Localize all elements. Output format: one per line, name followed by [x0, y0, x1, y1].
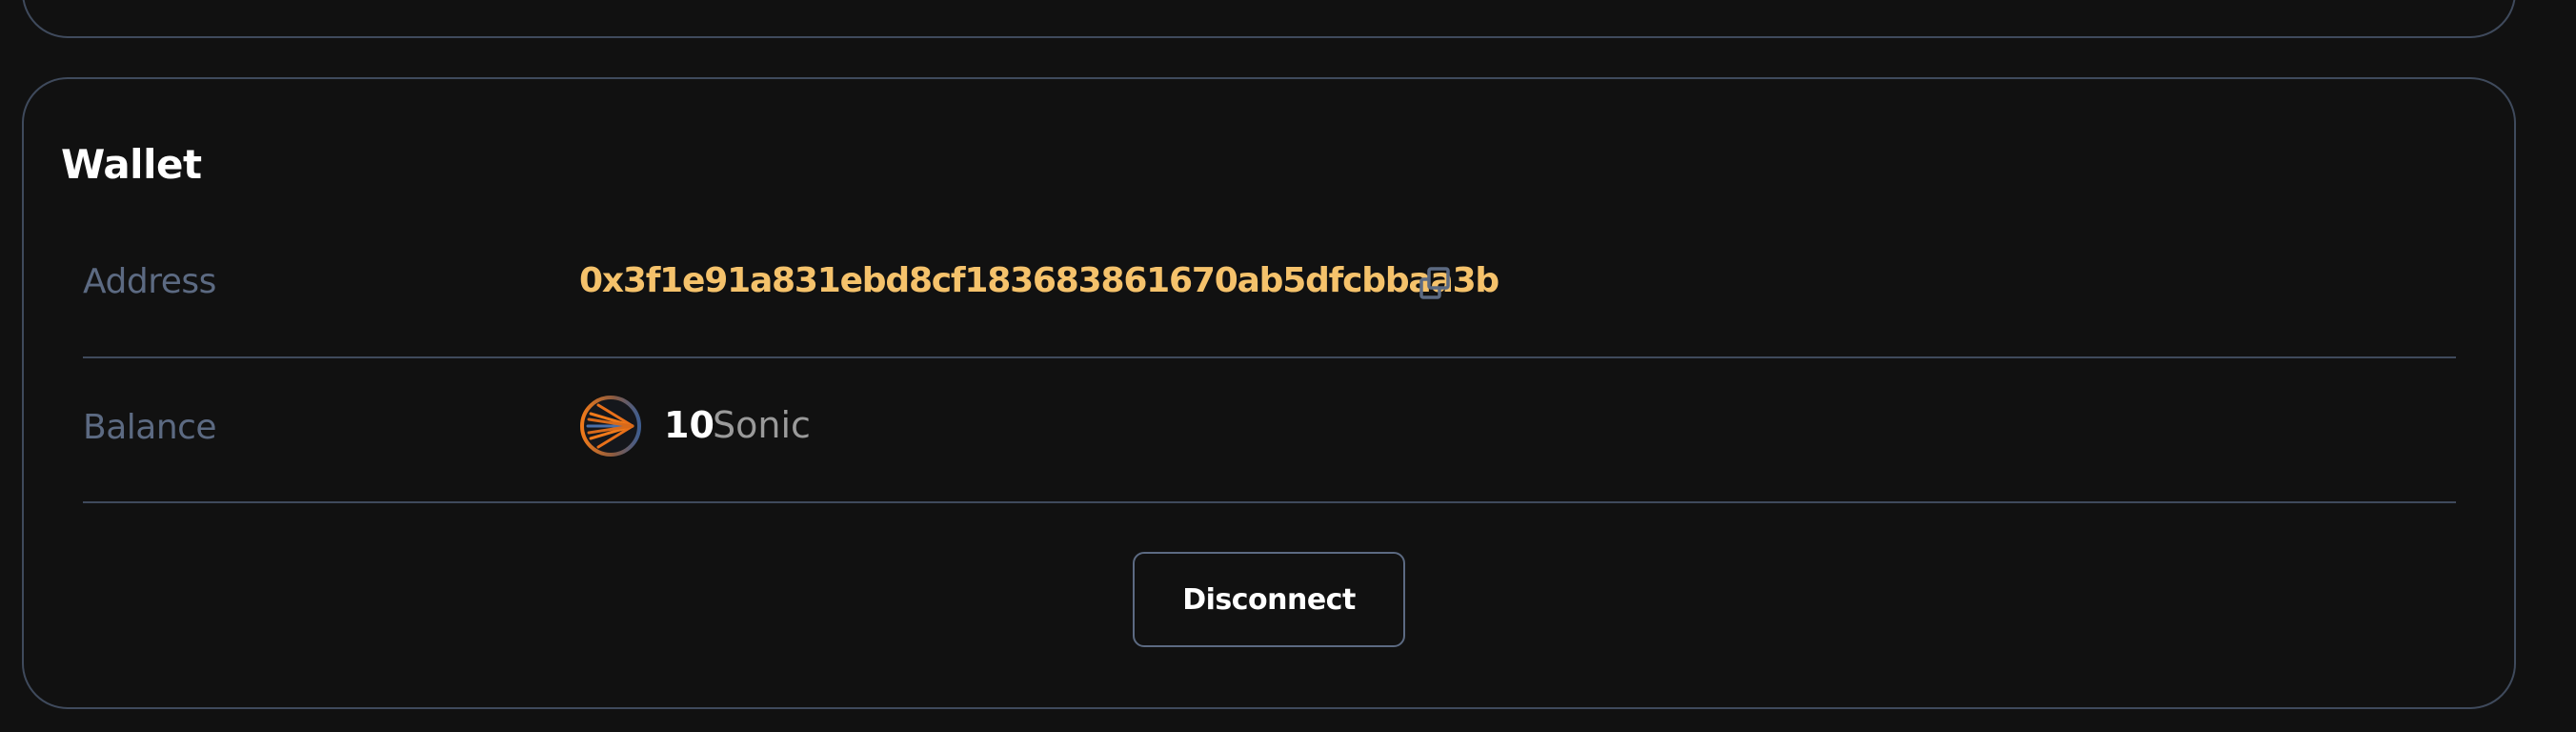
copy-icon[interactable] [1414, 263, 1456, 305]
divider [83, 356, 2456, 358]
address-value[interactable]: 0x3f1e91a831ebd8cf183683861670ab5dfcbbaa… [579, 261, 1499, 300]
divider [83, 501, 2456, 503]
disconnect-button[interactable]: Disconnect [1133, 552, 1405, 647]
balance-unit: Sonic [713, 404, 811, 446]
wallet-title: Wallet [61, 141, 202, 188]
wallet-page: Wallet Address 0x3f1e91a831ebd8cf1836838… [0, 0, 2576, 732]
previous-card [22, 0, 2516, 38]
address-label: Address [83, 262, 216, 301]
balance-label: Balance [83, 408, 217, 447]
sonic-token-icon [579, 395, 642, 458]
balance-amount: 10 [664, 404, 714, 446]
